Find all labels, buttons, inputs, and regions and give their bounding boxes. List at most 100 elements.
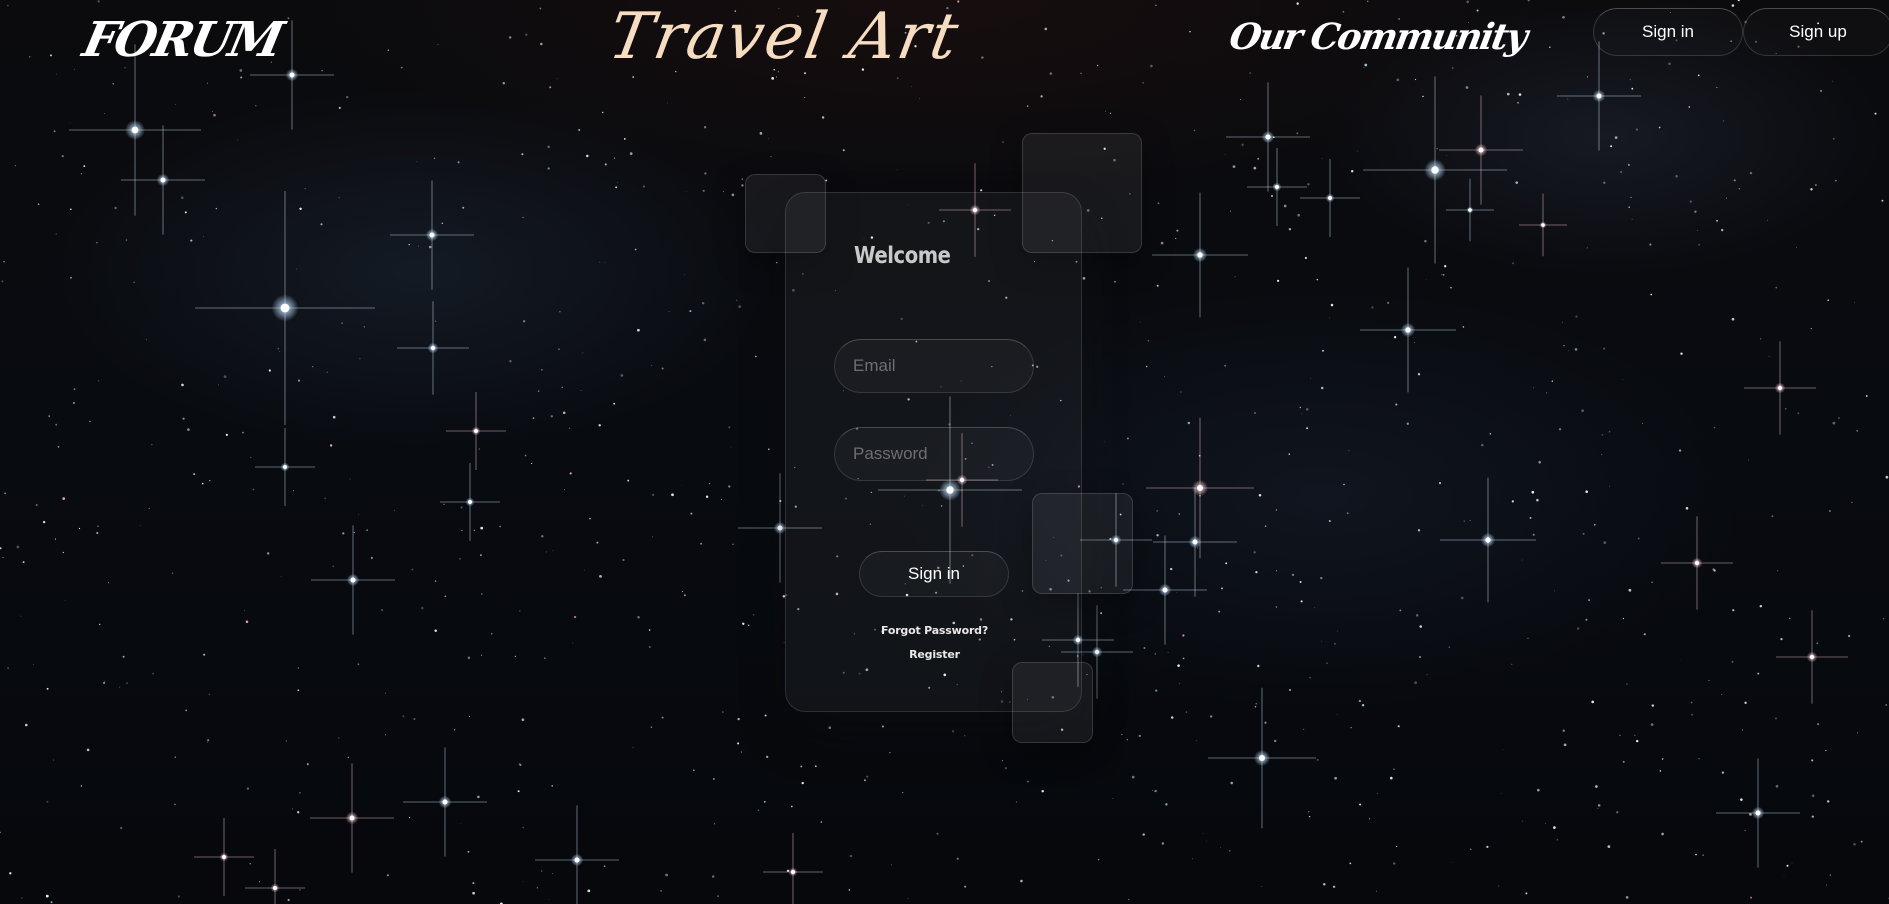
star-dot bbox=[14, 165, 17, 167]
star-dot bbox=[1375, 890, 1378, 892]
star-dot bbox=[174, 756, 177, 758]
star-dot bbox=[444, 595, 447, 598]
star-dot bbox=[1399, 609, 1402, 612]
star-dot bbox=[622, 558, 625, 562]
password-field[interactable] bbox=[834, 427, 1034, 481]
star-dot bbox=[48, 415, 51, 417]
sparkle-star bbox=[1557, 41, 1641, 151]
star-dot bbox=[1348, 450, 1350, 451]
header-sign-in-button[interactable]: Sign in bbox=[1593, 8, 1743, 56]
star-dot bbox=[472, 882, 475, 885]
star-dot bbox=[1323, 883, 1326, 886]
star-dot bbox=[1775, 717, 1777, 720]
star-dot bbox=[441, 222, 444, 225]
star-dot bbox=[1257, 157, 1260, 160]
star-dot bbox=[236, 139, 238, 141]
star-dot bbox=[1304, 256, 1307, 260]
star-dot bbox=[297, 811, 300, 814]
forgot-password-link[interactable]: Forgot Password? bbox=[786, 624, 1083, 637]
star-dot bbox=[114, 206, 117, 210]
star-dot bbox=[1527, 0, 1530, 2]
sparkle-star bbox=[1439, 95, 1523, 205]
star-dot bbox=[648, 629, 651, 631]
star-dot bbox=[1306, 427, 1309, 430]
star-dot bbox=[613, 157, 616, 159]
star-dot bbox=[1616, 811, 1619, 814]
star-dot bbox=[1131, 775, 1135, 779]
star-dot bbox=[770, 156, 772, 158]
star-dot bbox=[1363, 67, 1365, 69]
our-community-link[interactable]: Our Community bbox=[1226, 16, 1529, 58]
star-dot bbox=[1241, 143, 1244, 146]
star-dot bbox=[258, 881, 261, 883]
star-dot bbox=[559, 310, 561, 313]
star-dot bbox=[437, 43, 439, 45]
star-dot bbox=[708, 482, 711, 485]
star-dot bbox=[668, 310, 670, 313]
star-dot bbox=[936, 832, 939, 835]
email-field[interactable] bbox=[834, 339, 1034, 393]
header-sign-up-button[interactable]: Sign up bbox=[1743, 8, 1889, 56]
star-dot bbox=[1651, 704, 1655, 707]
star-dot bbox=[1026, 780, 1029, 783]
star-dot bbox=[1299, 581, 1302, 583]
star-dot bbox=[1425, 278, 1427, 280]
star-dot bbox=[1103, 441, 1105, 443]
star-dot bbox=[1350, 726, 1352, 729]
star-dot bbox=[660, 889, 663, 892]
star-dot bbox=[467, 850, 470, 853]
star-dot bbox=[1628, 206, 1630, 208]
star-dot bbox=[1627, 163, 1630, 166]
star-dot bbox=[685, 191, 687, 193]
star-dot bbox=[80, 785, 83, 787]
star-dot bbox=[29, 56, 31, 58]
star-dot bbox=[1096, 64, 1099, 67]
star-dot bbox=[402, 715, 405, 718]
star-dot bbox=[413, 718, 416, 720]
star-dot bbox=[1668, 62, 1671, 66]
star-dot bbox=[649, 646, 651, 648]
star-dot bbox=[297, 667, 299, 669]
sign-in-button[interactable]: Sign in bbox=[859, 551, 1009, 597]
sparkle-star bbox=[310, 763, 394, 873]
star-dot bbox=[1157, 202, 1160, 205]
star-dot bbox=[1253, 166, 1257, 170]
star-dot bbox=[671, 493, 674, 497]
star-dot bbox=[180, 196, 184, 200]
star-dot bbox=[1721, 771, 1725, 774]
star-dot bbox=[1307, 183, 1310, 186]
star-dot bbox=[1486, 845, 1489, 849]
star-dot bbox=[1389, 776, 1393, 780]
star-dot bbox=[332, 565, 335, 568]
star-dot bbox=[97, 0, 100, 3]
star-dot bbox=[306, 763, 309, 766]
star-dot bbox=[103, 682, 105, 684]
star-dot bbox=[299, 791, 301, 794]
star-dot bbox=[411, 568, 414, 571]
star-dot bbox=[1620, 170, 1623, 174]
star-dot bbox=[582, 352, 584, 354]
register-link[interactable]: Register bbox=[786, 648, 1083, 661]
star-dot bbox=[1625, 896, 1629, 899]
star-dot bbox=[1020, 879, 1023, 883]
star-dot bbox=[1783, 876, 1785, 877]
star-dot bbox=[1189, 30, 1191, 33]
star-dot bbox=[1308, 811, 1310, 813]
star-dot bbox=[1460, 596, 1464, 600]
star-dot bbox=[69, 208, 72, 211]
star-dot bbox=[1437, 248, 1439, 250]
sparkle-star bbox=[194, 818, 254, 896]
forum-logo[interactable]: FORUM bbox=[78, 12, 286, 68]
star-dot bbox=[1040, 95, 1043, 98]
star-dot bbox=[1097, 859, 1100, 861]
star-dot bbox=[701, 301, 705, 305]
star-dot bbox=[552, 550, 554, 552]
star-dot bbox=[1422, 95, 1424, 98]
star-dot bbox=[1586, 247, 1588, 249]
star-dot bbox=[1544, 822, 1546, 824]
star-dot bbox=[548, 898, 550, 900]
star-dot bbox=[1601, 454, 1603, 455]
star-dot bbox=[1469, 848, 1472, 851]
star-dot bbox=[239, 69, 243, 72]
sparkle-star bbox=[446, 392, 506, 470]
